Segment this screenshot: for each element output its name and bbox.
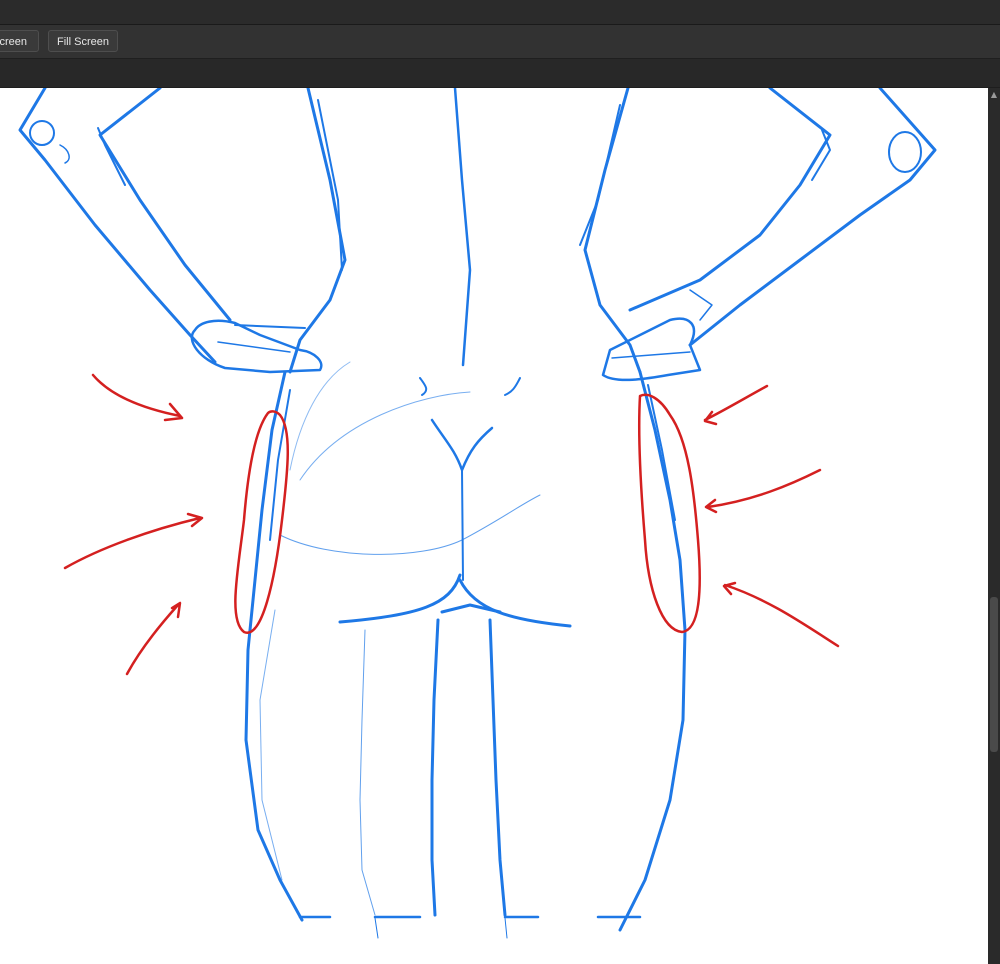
fill-screen-button[interactable]: Fill Screen [48,30,118,52]
drawing-canvas[interactable] [0,88,988,964]
sketch-artwork [18,88,937,939]
screen-button[interactable]: Screen [0,30,39,52]
arrow-left-bottom [125,601,182,676]
legs-sketch [244,370,687,939]
title-bar [0,0,1000,25]
arrow-right-bottom [722,581,840,648]
document-tab-strip [0,59,1000,87]
chevron-up-icon[interactable]: ▲ [988,90,1000,100]
red-annotations [63,373,840,676]
arrow-left-top [91,373,184,422]
arrow-right-top [703,384,769,426]
torso-sketch [288,88,642,374]
hips-sketch [279,361,572,628]
arrow-left-middle [63,512,204,570]
right-hip-outline [637,393,701,634]
scroll-thumb[interactable] [990,597,998,752]
vertical-scrollbar[interactable]: ▲ [988,88,1000,964]
left-arm-sketch [18,88,323,374]
options-bar: Screen Fill Screen [0,25,1000,59]
right-arm-sketch [601,88,937,382]
arrow-right-middle [704,468,822,514]
